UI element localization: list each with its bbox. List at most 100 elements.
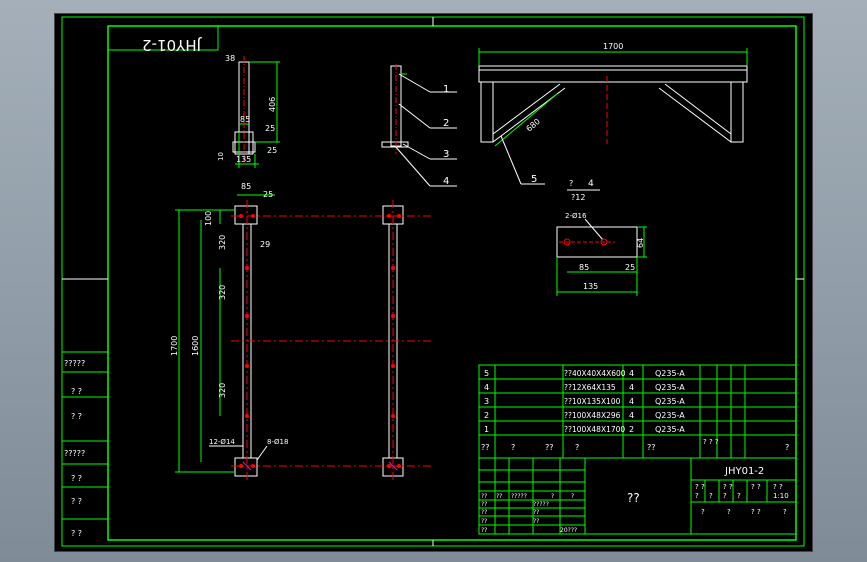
bom-mat-0: Q235-A [655,369,685,378]
tb-left-1: ?? [496,493,502,500]
title-top-3: ? ? [773,483,783,491]
tb-block-2: ?? [533,518,539,525]
plan-hole-8: 8-Ø18 [267,438,288,446]
tb-row-0: ?? [481,501,487,508]
detail-q: ? [569,179,573,188]
bom-qty-0: 4 [629,369,634,378]
title-code: JHY01-2 [724,466,764,477]
tb-left-0: ?? [481,493,487,500]
tb-left-2: ????? [511,493,527,500]
mirrored-title-box: JHY01-2 [107,25,219,54]
title-mid-1: ? [709,492,713,500]
balloon-3: 3 [443,149,449,160]
bom-qty-1: 4 [629,383,634,392]
title-center: ?? [627,491,640,505]
dim-side-10: 10 [217,152,225,161]
side-label-3: ? ? [71,412,82,421]
inner-border [107,25,797,541]
balloon-1: 1 [443,84,449,95]
dim-top-38: 38 [225,54,235,63]
bom-header-0: ?? [481,443,490,452]
bom-spec-1: ??12X64X135 [564,383,616,392]
balloon-2: 2 [443,118,449,129]
plan-100: 100 [204,211,213,226]
tb-row-2: ?? [481,518,487,525]
tb-row-1: ?? [481,509,487,516]
bom-header-2: ?? [545,443,554,452]
plan-320b: 320 [218,285,227,300]
bom-header-5: ? ? ? [703,438,719,446]
plan-29: 29 [260,240,270,249]
plan-85: 85 [241,182,251,191]
dim-side-25b: 25 [267,146,277,155]
bom-mat-2: Q235-A [655,397,685,406]
title-mid-0: ? [695,492,699,500]
bom-spec-3: ??100X48X296 [564,411,621,420]
dim-1700-top: 1700 [603,42,623,51]
drawing-canvas[interactable]: JHY01-2 38 406 85 25 25 135 10 1 2 3 4 1… [55,14,812,551]
side-label-6: ? ? [71,497,82,506]
bom-qty-3: 4 [629,411,634,420]
title-bot-3: ? [783,508,787,516]
dim-side-25a: 25 [265,124,275,133]
bom-header-1: ? [511,443,515,452]
side-label-2: ? ? [71,387,82,396]
column-view [381,65,409,148]
side-label-5: ? ? [71,474,82,483]
detail-64: 64 [636,238,645,248]
side-label-1: ????? [64,359,85,368]
tb-left-4: ? [571,493,574,500]
border-ticks [62,17,804,546]
detail-sub: ?12 [571,193,585,202]
balloon-4: 4 [443,176,449,187]
title-top-2: ? ? [751,483,761,491]
title-bot-1: ? [727,508,731,516]
bom-spec-0: ??40X40X4X600 [564,369,626,378]
tb-row-3: ?? [481,527,487,534]
bom-mat-3: Q235-A [655,411,685,420]
balloon-5: 5 [531,174,537,185]
bom-no-1: 4 [484,383,489,392]
outer-border [61,16,805,547]
side-label-4: ????? [64,449,85,458]
dim-line-680 [494,93,558,147]
tb-block-0: ????? [533,501,549,508]
plan-25: 25 [263,190,273,199]
side-label-7: ? ? [71,529,82,538]
detail-135: 135 [583,282,598,291]
detail-holes: 2-Ø16 [565,212,587,220]
balloon5-leader [500,135,522,185]
bom-table [478,364,797,459]
plan-320c: 320 [218,383,227,398]
title-top-0: ? ? [695,483,705,491]
tb-block-1: ?? [533,509,539,516]
title-bot-2: ? ? [751,508,761,516]
bom-no-4: 1 [484,425,489,434]
title-bot-0: ? [701,508,705,516]
tb-left-3: ? [551,493,554,500]
dim-406: 406 [268,97,277,112]
mirrored-title: JHY01-2 [142,36,202,54]
plan-320a: 320 [218,235,227,250]
elevation-view [478,65,748,143]
plan-1700: 1700 [170,336,179,356]
bom-mat-4: Q235-A [655,425,685,434]
bom-header-6: ? [785,443,789,452]
bom-no-3: 2 [484,411,489,420]
title-mid-2: ? [723,492,727,500]
bom-qty-2: 4 [629,397,634,406]
bom-mat-1: Q235-A [655,383,685,392]
title-scale: 1:10 [773,492,789,500]
title-top-1: ? ? [723,483,733,491]
cad-viewport[interactable]: JHY01-2 38 406 85 25 25 135 10 1 2 3 4 1… [54,13,813,552]
bom-qty-4: 2 [629,425,634,434]
detail-num: 4 [588,179,594,189]
bom-no-2: 3 [484,397,489,406]
plan-1600: 1600 [191,336,200,356]
dim-side-135: 135 [236,155,251,164]
left-strip [62,351,108,520]
detail-85: 85 [579,263,589,272]
title-mid-3: ? [737,492,741,500]
plan-hole-12: 12-Ø14 [209,438,235,446]
dim-side-85: 85 [240,115,250,124]
